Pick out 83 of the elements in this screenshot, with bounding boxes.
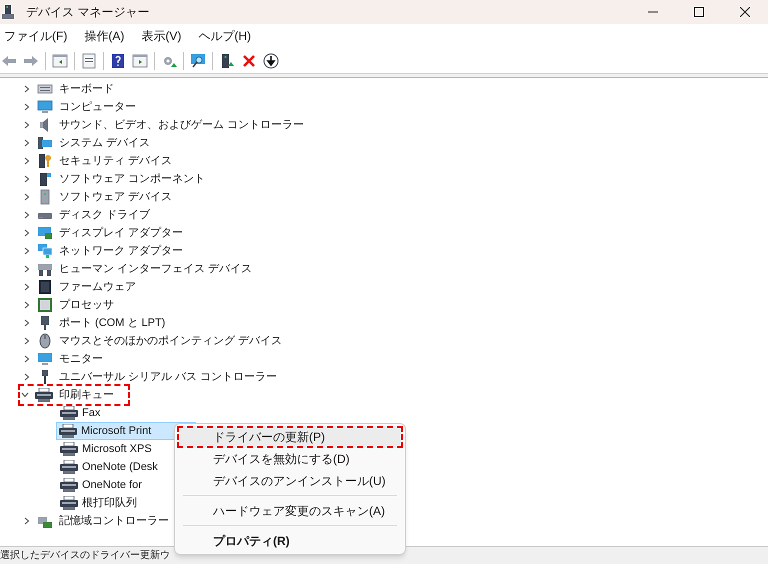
expand-icon[interactable] <box>23 157 31 165</box>
printer-icon <box>60 406 78 420</box>
hid-icon <box>37 261 53 277</box>
display-adapter-icon <box>37 225 53 241</box>
expand-icon[interactable] <box>23 175 31 183</box>
tree-item[interactable]: セキュリティ デバイス <box>59 152 172 170</box>
device-manager-icon <box>2 4 16 20</box>
close-icon <box>740 7 750 17</box>
expand-icon[interactable] <box>23 193 31 201</box>
tree-item[interactable]: モニター <box>59 350 103 368</box>
tree-item[interactable]: ヒューマン インターフェイス デバイス <box>59 260 252 278</box>
tree-item[interactable]: ディスク ドライブ <box>59 206 150 224</box>
tree-item[interactable]: Fax <box>56 404 104 422</box>
expand-icon[interactable] <box>23 319 31 327</box>
menu-item[interactable]: ハードウェア変更のスキャン(A) <box>177 500 403 522</box>
tree-item[interactable]: サウンド、ビデオ、およびゲーム コントローラー <box>59 116 304 134</box>
expand-icon[interactable] <box>23 517 31 525</box>
tree-item[interactable]: 根打印队列 <box>56 494 141 512</box>
expand-icon[interactable] <box>23 139 31 147</box>
collapse-icon[interactable] <box>21 391 29 399</box>
menu-item[interactable]: 表示(V) <box>141 27 182 45</box>
expand-icon[interactable] <box>23 229 31 237</box>
expand-icon[interactable] <box>23 355 31 363</box>
tree-item[interactable]: OneNote (Desk <box>56 458 162 476</box>
tree-item[interactable]: コンピューター <box>59 98 136 116</box>
tree-item[interactable]: システム デバイス <box>59 134 150 152</box>
close-icon[interactable] <box>241 52 257 68</box>
printer-icon <box>35 388 53 402</box>
tree-item[interactable]: ソフトウェア コンポーネント <box>59 170 206 188</box>
tree-item[interactable]: 記憶域コントローラー <box>59 512 169 530</box>
printer-icon <box>59 424 77 438</box>
maximize-icon <box>694 7 704 17</box>
tree-item[interactable]: Microsoft XPS <box>56 440 156 458</box>
help-icon[interactable] <box>110 52 126 68</box>
panel-icon[interactable] <box>132 52 148 68</box>
device-icon[interactable] <box>219 52 235 68</box>
menu-item[interactable]: ファイル(F) <box>4 27 68 45</box>
menu-item[interactable]: プロパティ(R) <box>177 530 403 552</box>
processor-icon <box>37 297 53 313</box>
tree-item[interactable]: OneNote for <box>56 476 146 494</box>
tree-item[interactable]: ネットワーク アダプター <box>59 242 184 260</box>
mouse-icon <box>37 333 53 349</box>
search-icon[interactable] <box>190 52 206 68</box>
expand-icon[interactable] <box>23 247 31 255</box>
key-icon <box>37 153 53 169</box>
expand-icon[interactable] <box>23 301 31 309</box>
tree-item[interactable]: プロセッサ <box>59 296 114 314</box>
tree-item[interactable]: ユニバーサル シリアル バス コントローラー <box>59 368 278 386</box>
tree-item[interactable]: ファームウェア <box>59 278 136 296</box>
chip-icon <box>37 279 53 295</box>
menu-item[interactable]: 操作(A) <box>84 27 124 45</box>
panel-icon[interactable] <box>52 52 68 68</box>
status-text: 選択したデバイスのドライバー更新ウ <box>0 548 170 563</box>
window-title: デバイス マネージャー <box>26 4 150 21</box>
expand-icon[interactable] <box>23 373 31 381</box>
monitor-icon <box>37 99 53 115</box>
menu-item[interactable]: ヘルプ(H) <box>198 27 251 45</box>
printer-icon <box>60 496 78 510</box>
expand-icon[interactable] <box>23 103 31 111</box>
download-icon[interactable] <box>263 52 279 68</box>
tree-item[interactable]: ソフトウェア デバイス <box>59 188 172 206</box>
tree-item[interactable]: マウスとそのほかのポインティング デバイス <box>59 332 282 350</box>
expand-icon[interactable] <box>23 337 31 345</box>
tower-icon <box>37 171 53 187</box>
menu-item[interactable]: デバイスのアンインストール(U) <box>177 470 403 492</box>
tree-item[interactable]: ディスプレイ アダプター <box>59 224 184 242</box>
printer-icon <box>60 460 78 474</box>
tree-item[interactable]: 印刷キュー <box>59 386 114 404</box>
tree-item[interactable]: ポート (COM と LPT) <box>59 314 166 332</box>
printer-icon <box>60 478 78 492</box>
computer-icon <box>37 135 53 151</box>
printer-icon <box>60 442 78 456</box>
network-icon <box>37 243 53 259</box>
menu-item[interactable]: デバイスを無効にする(D) <box>177 448 403 470</box>
expand-icon[interactable] <box>23 265 31 273</box>
expand-icon[interactable] <box>23 121 31 129</box>
expand-icon[interactable] <box>23 211 31 219</box>
menu-item[interactable]: ドライバーの更新(P) <box>177 426 403 448</box>
properties-icon[interactable] <box>81 52 97 68</box>
tree-item[interactable]: キーボード <box>59 80 114 98</box>
expand-icon[interactable] <box>23 85 31 93</box>
expand-icon[interactable] <box>23 283 31 291</box>
monitor-icon <box>37 351 53 367</box>
